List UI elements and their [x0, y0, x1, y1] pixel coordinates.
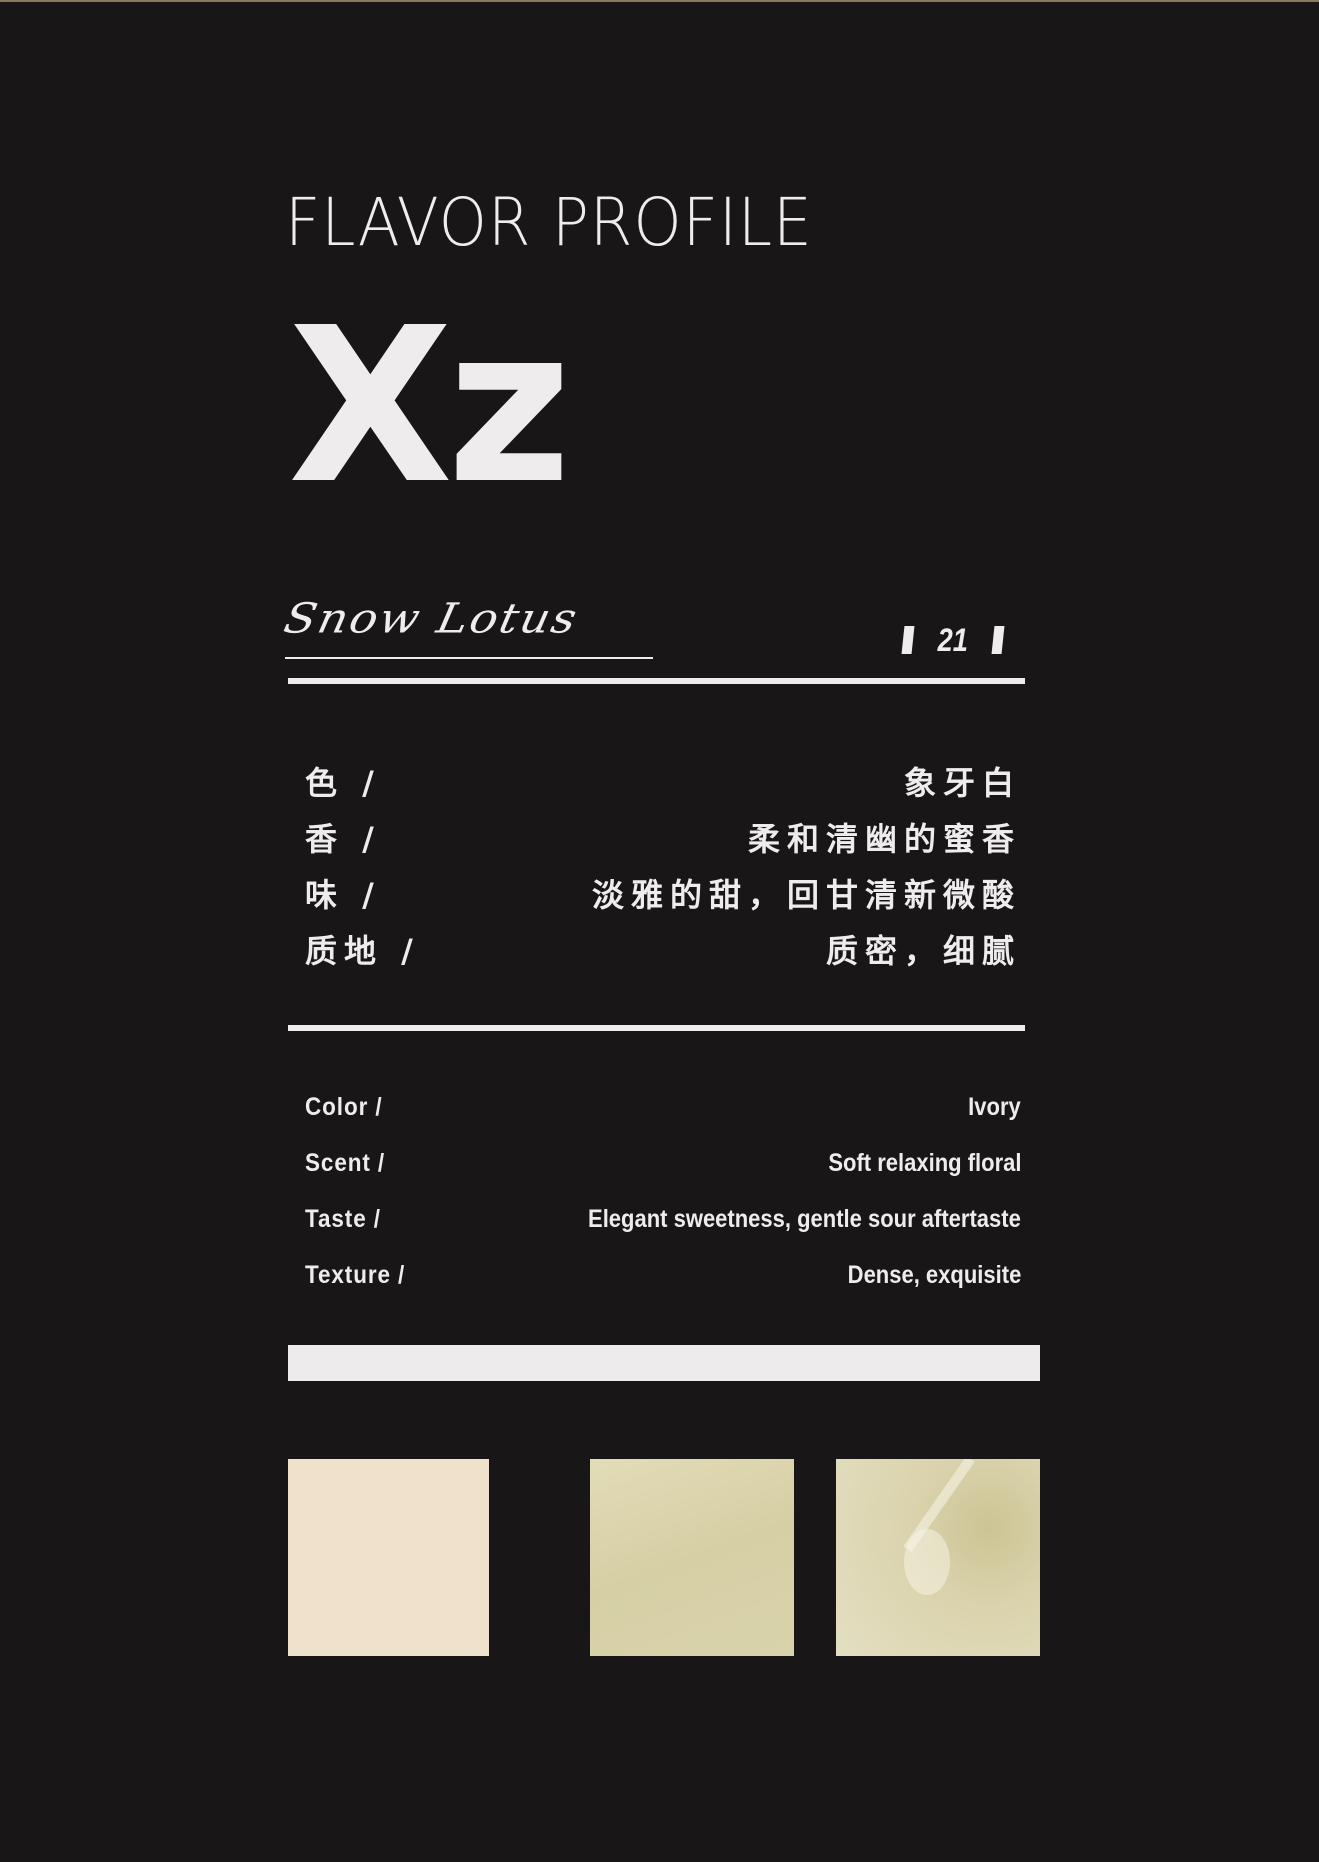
row-value: Soft relaxing floral — [827, 1149, 1021, 1177]
profile-row: Taste / Elegant sweetness, gentle sour a… — [305, 1205, 1021, 1234]
profile-row: 香 / 柔和清幽的蜜香 — [305, 814, 1021, 860]
number-badge: 21 — [901, 621, 1005, 658]
signature-logo: Snow Lotus — [280, 585, 583, 660]
color-swatch-ivory — [288, 1459, 489, 1656]
drip-photo — [836, 1459, 1040, 1656]
row-value: Ivory — [968, 1093, 1021, 1121]
product-number: 21 — [937, 621, 968, 658]
row-label: Color / — [305, 1093, 383, 1121]
signature-underline — [285, 657, 653, 659]
row-value: 柔和清幽的蜜香 — [747, 820, 1021, 858]
row-label: Taste / — [305, 1205, 381, 1233]
row-value: Dense, exquisite — [847, 1261, 1021, 1289]
row-label: Scent / — [305, 1149, 386, 1177]
profile-row: 味 / 淡雅的甜，回甘清新微酸 — [305, 870, 1021, 916]
divider-top — [288, 678, 1025, 684]
row-value: 象牙白 — [903, 764, 1021, 802]
profile-row: Texture / Dense, exquisite — [305, 1261, 1021, 1290]
row-label: 色 / — [305, 764, 381, 802]
bar-mark-right — [991, 626, 1005, 654]
row-label: 香 / — [305, 820, 381, 858]
texture-photo — [590, 1459, 794, 1656]
profile-row: Scent / Soft relaxing floral — [305, 1149, 1021, 1178]
row-label: 质地 / — [305, 932, 420, 970]
page-title: FLAVOR PROFILE — [285, 184, 813, 261]
drop-highlight — [904, 1529, 950, 1595]
bar-mark-left — [901, 626, 915, 654]
row-value: Elegant sweetness, gentle sour aftertast… — [588, 1205, 1021, 1233]
row-label: 味 / — [305, 876, 381, 914]
signature-text: Snow Lotus — [279, 593, 583, 643]
profile-row: 色 / 象牙白 — [305, 758, 1021, 804]
accent-bar — [288, 1345, 1040, 1381]
row-label: Texture / — [305, 1261, 406, 1289]
row-value: 质密，细腻 — [825, 932, 1021, 970]
divider-middle — [288, 1025, 1025, 1031]
row-value: 淡雅的甜，回甘清新微酸 — [591, 876, 1021, 914]
profile-row: Color / Ivory — [305, 1093, 1021, 1122]
product-code: Xz — [288, 282, 572, 531]
top-border — [0, 0, 1319, 2]
profile-row: 质地 / 质密，细腻 — [305, 926, 1021, 972]
